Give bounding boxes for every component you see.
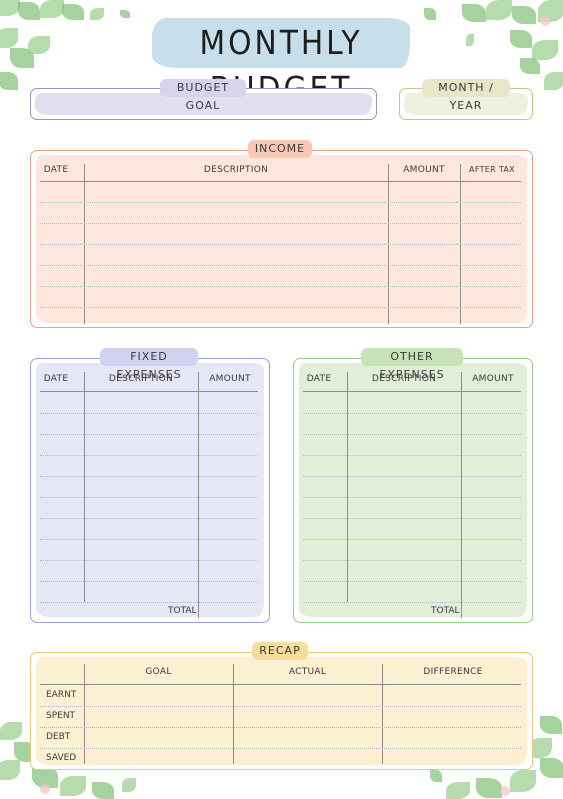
other-row-line: [303, 434, 521, 435]
other-row-line: [303, 560, 521, 561]
income-row-line: [40, 202, 521, 203]
recap-header-rule: [40, 684, 521, 685]
other-header-date: DATE: [306, 374, 332, 384]
recap-row-line: [40, 706, 521, 707]
recap-header-goal: GOAL: [145, 667, 172, 677]
fixed-row-line: [40, 518, 258, 519]
income-row-line: [40, 307, 521, 308]
other-row-line: [303, 413, 521, 414]
fixed-header-amount: AMOUNT: [209, 374, 251, 384]
fixed-row-line: [40, 539, 258, 540]
fixed-row-line: [40, 455, 258, 456]
fixed-row-line: [40, 434, 258, 435]
income-header-amount: AMOUNT: [403, 165, 445, 175]
other-total-label: TOTAL: [431, 606, 460, 616]
fixed-row-line: [40, 581, 258, 582]
fixed-row-line: [40, 602, 258, 603]
other-row-line: [303, 497, 521, 498]
recap-row-line: [40, 727, 521, 728]
other-expenses-label: OTHER EXPENSES: [361, 348, 463, 381]
income-row-line: [40, 286, 521, 287]
recap-header-difference: DIFFERENCE: [423, 667, 483, 677]
income-header-date: DATE: [43, 165, 69, 175]
other-expenses-table: [293, 358, 533, 623]
other-row-line: [303, 581, 521, 582]
other-header-amount: AMOUNT: [472, 374, 514, 384]
income-header-after-tax: AFTER TAX: [469, 165, 515, 174]
fixed-divider-1: [84, 372, 85, 602]
fixed-row-line: [40, 476, 258, 477]
recap-row-line: [40, 748, 521, 749]
income-row-line: [40, 244, 521, 245]
fixed-header-rule: [40, 391, 258, 392]
income-header-description: DESCRIPTION: [203, 165, 269, 175]
recap-label: RECAP: [252, 642, 308, 660]
recap-divider-3: [382, 664, 383, 764]
page-title: MONTHLY BUDGET: [199, 23, 363, 108]
fixed-row-line: [40, 497, 258, 498]
recap-divider-2: [233, 664, 234, 764]
other-row-line: [303, 518, 521, 519]
fixed-expenses-label: FIXED EXPENSES: [100, 348, 198, 381]
other-divider-1: [347, 372, 348, 602]
recap-row-saved: SAVED: [46, 753, 77, 763]
fixed-header-date: DATE: [43, 374, 69, 384]
income-header-rule: [40, 181, 521, 182]
other-row-line: [303, 455, 521, 456]
other-row-line: [303, 476, 521, 477]
other-row-line: [303, 602, 521, 603]
month-year-label: MONTH / YEAR: [422, 79, 510, 112]
fixed-row-line: [40, 413, 258, 414]
recap-row-debt: DEBT: [46, 732, 71, 742]
income-row-line: [40, 265, 521, 266]
recap-row-earnt: EARNT: [46, 690, 77, 700]
recap-header-actual: ACTUAL: [288, 667, 327, 677]
fixed-expenses-table: [30, 358, 270, 623]
fixed-row-line: [40, 560, 258, 561]
income-table: [30, 150, 533, 328]
recap-divider-1: [84, 664, 85, 764]
fixed-expenses-wash: [36, 363, 264, 617]
other-row-line: [303, 539, 521, 540]
other-header-description: DESCRIPTION: [371, 374, 437, 384]
income-row-line: [40, 223, 521, 224]
recap-row-spent: SPENT: [46, 711, 76, 721]
other-expenses-wash: [299, 363, 527, 617]
budget-goal-label: BUDGET GOAL: [160, 79, 246, 112]
other-header-rule: [303, 391, 521, 392]
fixed-total-label: TOTAL: [168, 606, 197, 616]
fixed-header-description: DESCRIPTION: [108, 374, 174, 384]
income-label: INCOME: [248, 140, 312, 158]
